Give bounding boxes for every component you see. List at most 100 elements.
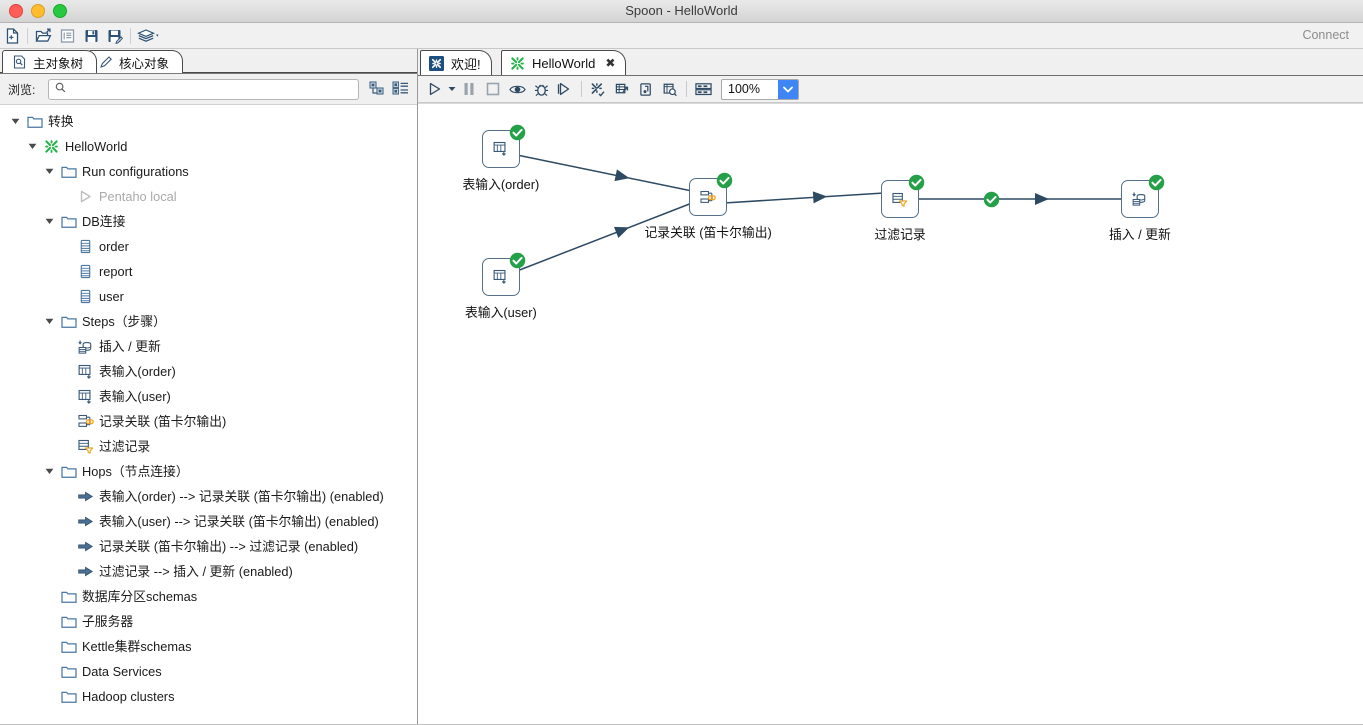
folder-icon	[60, 638, 77, 655]
status-ok-icon	[509, 124, 526, 141]
expand-tree-icon[interactable]	[369, 81, 385, 98]
tree-item[interactable]: Pentaho local	[0, 184, 417, 209]
tree-item-label: DB连接	[82, 214, 126, 229]
search-box[interactable]	[48, 78, 359, 100]
tree-item[interactable]: Hadoop clusters	[0, 684, 417, 709]
tree-item-label: Hadoop clusters	[82, 689, 175, 704]
verify-button[interactable]	[586, 78, 610, 100]
tree-item[interactable]: 表输入(order)	[0, 359, 417, 384]
table-input-icon	[77, 388, 94, 405]
search-input[interactable]	[71, 79, 352, 99]
tree-item[interactable]: 过滤记录 --> 插入 / 更新 (enabled)	[0, 559, 417, 584]
tree-item[interactable]: 记录关联 (笛卡尔输出)	[0, 409, 417, 434]
tree-item[interactable]: user	[0, 284, 417, 309]
chevron-down-icon[interactable]	[27, 141, 38, 152]
preview-button[interactable]	[505, 78, 529, 100]
tree-item-label: 表输入(order) --> 记录关联 (笛卡尔输出) (enabled)	[99, 489, 384, 504]
tab-welcome[interactable]: 欢迎!	[420, 50, 492, 75]
transformation-canvas[interactable]: 表输入(order) 表输入(user) 记录关联 (笛卡尔输出) 过滤记录 插入 / …	[418, 103, 1363, 724]
explore-icon[interactable]	[56, 25, 78, 47]
analyze-impact-button[interactable]	[610, 78, 634, 100]
tree-item[interactable]: Run configurations	[0, 159, 417, 184]
window-title-bar: Spoon - HelloWorld	[0, 0, 1363, 23]
folder-icon	[60, 663, 77, 680]
tab-main-object-tree[interactable]: 主对象树	[2, 50, 98, 73]
tree-item[interactable]: 表输入(order) --> 记录关联 (笛卡尔输出) (enabled)	[0, 484, 417, 509]
tree-item[interactable]: 表输入(user)	[0, 384, 417, 409]
tab-core-objects[interactable]: 核心对象	[88, 50, 184, 73]
hop-icon	[77, 513, 94, 530]
stop-button[interactable]	[481, 78, 505, 100]
pause-button[interactable]	[457, 78, 481, 100]
new-file-icon[interactable]	[1, 25, 23, 47]
show-last-result-button[interactable]	[658, 78, 682, 100]
join-rows-icon	[77, 413, 94, 430]
canvas-step-label: 插入 / 更新	[1109, 227, 1171, 242]
tree-item[interactable]: DB连接	[0, 209, 417, 234]
save-as-icon[interactable]	[104, 25, 126, 47]
maximize-window-button[interactable]	[53, 4, 67, 18]
tree-item[interactable]: 记录关联 (笛卡尔输出) --> 过滤记录 (enabled)	[0, 534, 417, 559]
trans-icon	[509, 55, 526, 72]
status-ok-icon	[509, 252, 526, 269]
grid-button[interactable]	[691, 78, 715, 100]
tree-item[interactable]: Data Services	[0, 659, 417, 684]
canvas-step-label: 过滤记录	[874, 227, 926, 242]
replay-button[interactable]	[553, 78, 577, 100]
chevron-down-icon[interactable]	[10, 116, 21, 127]
canvas-step-node[interactable]	[482, 252, 526, 296]
tree-item[interactable]: 表输入(user) --> 记录关联 (笛卡尔输出) (enabled)	[0, 509, 417, 534]
canvas-step-node[interactable]	[881, 174, 925, 218]
canvas-step-node[interactable]	[482, 124, 526, 168]
tree-item[interactable]: report	[0, 259, 417, 284]
tree-item[interactable]: HelloWorld	[0, 134, 417, 159]
chevron-down-icon[interactable]	[778, 79, 798, 99]
sql-button[interactable]	[634, 78, 658, 100]
run-button[interactable]	[423, 78, 447, 100]
open-file-icon[interactable]	[32, 25, 54, 47]
editor-tab-label: 欢迎!	[451, 56, 481, 72]
save-icon[interactable]	[80, 25, 102, 47]
editor-tab-strip: 欢迎! HelloWorld ✖	[418, 49, 1363, 76]
zoom-select[interactable]: 100%	[721, 78, 799, 100]
filter-rows-icon	[77, 438, 94, 455]
tree-item[interactable]: Steps（步骤）	[0, 309, 417, 334]
tree-item[interactable]: Kettle集群schemas	[0, 634, 417, 659]
connect-label[interactable]: Connect	[1302, 23, 1349, 48]
db-icon	[77, 263, 94, 280]
collapse-list-icon[interactable]	[392, 81, 409, 98]
run-options-dropdown[interactable]	[447, 78, 457, 100]
tree-item[interactable]: order	[0, 234, 417, 259]
hop-icon	[77, 488, 94, 505]
hop-status-ok-icon	[983, 191, 1000, 208]
left-tab-label-2: 核心对象	[119, 56, 170, 71]
close-icon[interactable]: ✖	[605, 56, 615, 70]
tree-item[interactable]: Hops（节点连接）	[0, 459, 417, 484]
tree-item[interactable]: 插入 / 更新	[0, 334, 417, 359]
debug-button[interactable]	[529, 78, 553, 100]
object-tree[interactable]: 转换 HelloWorld Run configurations Pentaho lo…	[0, 105, 417, 724]
db-icon	[77, 288, 94, 305]
close-window-button[interactable]	[9, 4, 23, 18]
chevron-down-icon[interactable]	[44, 216, 55, 227]
tree-item-label: 表输入(user)	[99, 389, 171, 404]
folder-icon	[60, 588, 77, 605]
perspective-icon[interactable]	[135, 25, 163, 47]
db-icon	[77, 238, 94, 255]
canvas-step-node[interactable]	[689, 172, 733, 216]
chevron-down-icon[interactable]	[44, 166, 55, 177]
minimize-window-button[interactable]	[31, 4, 45, 18]
tree-item-label: 表输入(order)	[99, 364, 176, 379]
chevron-down-icon[interactable]	[44, 466, 55, 477]
window-controls[interactable]	[0, 4, 67, 18]
tree-item[interactable]: 转换	[0, 109, 417, 134]
chevron-down-icon[interactable]	[44, 316, 55, 327]
main-toolbar: Connect	[0, 23, 1363, 49]
tree-item[interactable]: 子服务器	[0, 609, 417, 634]
tab-helloworld[interactable]: HelloWorld ✖	[501, 50, 627, 75]
canvas-step-label: 表输入(user)	[465, 305, 537, 320]
tree-item[interactable]: 过滤记录	[0, 434, 417, 459]
tree-item[interactable]: 数据库分区schemas	[0, 584, 417, 609]
canvas-step-node[interactable]	[1121, 174, 1165, 218]
tree-item-label: 记录关联 (笛卡尔输出)	[99, 414, 227, 429]
